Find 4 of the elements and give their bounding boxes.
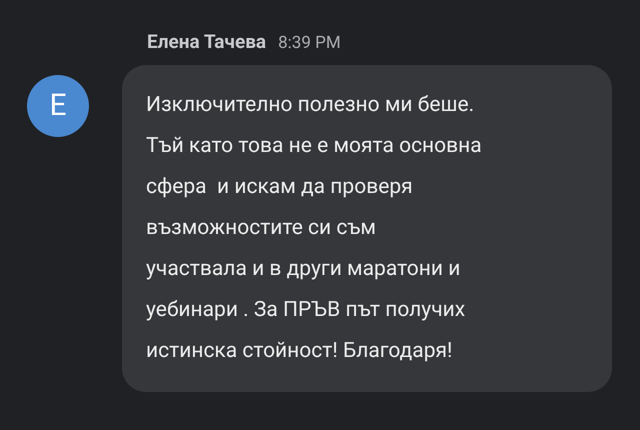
message-time: 8:39 PM — [278, 32, 341, 55]
avatar: Е — [27, 74, 89, 136]
message-text: Изключително полезно ми беше. Тъй като това не е моята основна сфера и искам да проверя възможностите си съм участвала и в други маратони и уебинари . За ПРЪВ път получих истинска стойност! Благодаря! — [146, 92, 483, 364]
sender-name: Елена Тачева — [147, 29, 266, 55]
